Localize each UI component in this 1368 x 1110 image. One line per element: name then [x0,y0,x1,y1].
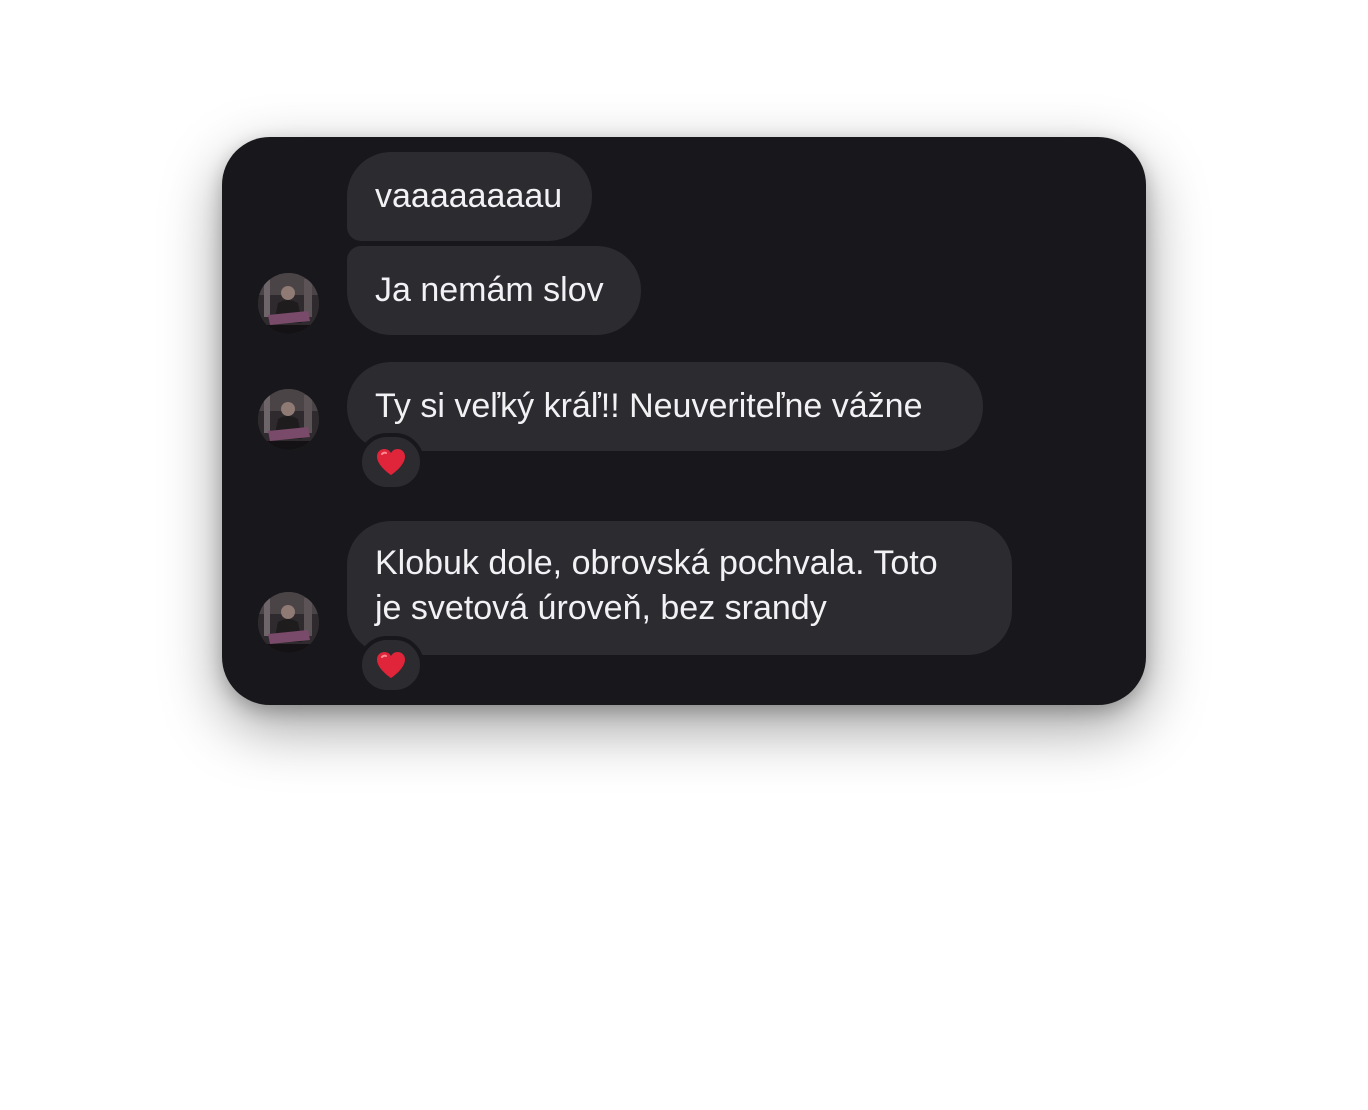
reaction-badge[interactable] [358,636,424,694]
message-bubble[interactable]: Ja nemám slov [347,246,641,335]
heart-icon [377,652,405,678]
message-bubble[interactable]: vaaaaaaaau [347,152,592,241]
message-bubble[interactable]: Ty si veľký kráľ!! Neuveriteľne vážne [347,362,983,451]
avatar-photo-icon [258,592,319,653]
avatar[interactable] [258,389,319,450]
message-text: Ty si veľký kráľ!! Neuveriteľne vážne [375,387,923,425]
message-bubble[interactable]: Klobuk dole, obrovská pochvala. Toto je … [347,521,1012,655]
message-text-line: Klobuk dole, obrovská pochvala. Toto [375,544,938,582]
heart-icon [377,449,405,475]
avatar[interactable] [258,273,319,334]
chat-thread: vaaaaaaaau Ja nemám slov Ty si veľký krá… [222,137,1146,705]
avatar-photo-icon [258,273,319,334]
message-text: vaaaaaaaau [375,177,563,215]
reaction-badge[interactable] [358,433,424,491]
avatar-photo-icon [258,389,319,450]
message-text: Ja nemám slov [375,271,604,309]
message-text-line: je svetová úroveň, bez srandy [375,589,827,627]
avatar[interactable] [258,592,319,653]
